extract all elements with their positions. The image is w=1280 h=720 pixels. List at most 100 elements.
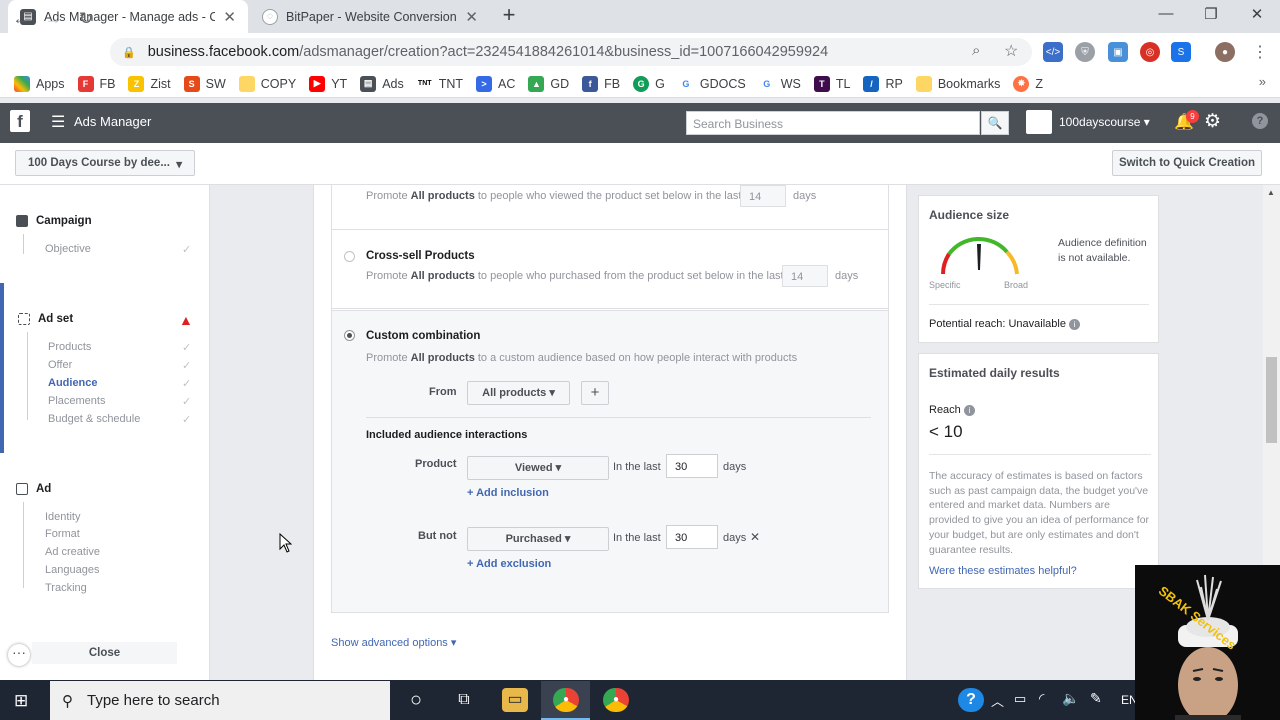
extension-icon[interactable]: ▣	[1108, 42, 1128, 62]
crosssell-days-field[interactable]: 14	[782, 265, 828, 287]
settings-gear-icon[interactable]: ⚙	[1204, 110, 1221, 133]
windows-start-icon[interactable]: ⊞	[14, 691, 28, 711]
volume-icon[interactable]: 🔈	[1062, 690, 1079, 707]
info-icon[interactable]: i	[963, 405, 975, 416]
hamburger-menu-icon[interactable]: ☰	[51, 112, 65, 132]
campaign-selector[interactable]: 100 Days Course by dee... ▾	[15, 150, 195, 176]
file-explorer-icon[interactable]: ▭	[502, 688, 528, 712]
profile-avatar[interactable]: ●	[1215, 42, 1235, 62]
show-advanced-options-link[interactable]: Show advanced options ▾	[331, 636, 456, 649]
window-close-icon[interactable]: ✕	[1243, 5, 1271, 25]
nav-item-objective[interactable]: Objective	[45, 243, 91, 255]
browser-menu-icon[interactable]: ⋮	[1252, 42, 1268, 62]
back-arrow-icon[interactable]: ←	[9, 7, 33, 31]
bookmark-item[interactable]: T TL	[813, 75, 850, 92]
nav-section-ad[interactable]: Ad	[16, 483, 51, 495]
help-tray-icon[interactable]: ?	[958, 688, 984, 712]
task-view-icon[interactable]: ⧉	[451, 688, 477, 712]
estimates-helpful-link[interactable]: Were these estimates helpful?	[929, 565, 1077, 577]
upsell-days-field[interactable]: 14	[740, 185, 786, 207]
info-icon[interactable]: i	[1069, 319, 1081, 330]
pen-icon[interactable]: ✎	[1090, 690, 1102, 707]
search-icon[interactable]: 🔍	[981, 111, 1009, 135]
bookmark-icon: TNT	[416, 75, 433, 92]
nav-section-campaign[interactable]: Campaign	[16, 215, 92, 227]
scroll-up-arrow-icon[interactable]: ▲	[1267, 188, 1275, 197]
nav-item-placements[interactable]: Placements	[48, 395, 105, 407]
bookmark-item[interactable]: G GDOCS	[677, 75, 746, 92]
extension-icon[interactable]: </>	[1043, 42, 1063, 62]
crosssell-radio[interactable]	[344, 251, 355, 262]
close-tab-icon[interactable]: ✕	[223, 8, 236, 26]
switch-quick-creation-button[interactable]: Switch to Quick Creation	[1112, 150, 1262, 176]
taskbar-search-box[interactable]: ⚲ Type here to search	[50, 681, 390, 720]
bookmark-apps[interactable]: Apps	[14, 75, 65, 92]
help-icon[interactable]: ?	[1252, 113, 1268, 129]
minimize-icon[interactable]: —	[1152, 5, 1180, 25]
product-days-input[interactable]: 30	[666, 454, 718, 478]
bookmark-item[interactable]: ▲ GD	[528, 75, 569, 92]
account-switcher[interactable]: 100dayscourse ▾	[1059, 115, 1150, 129]
reload-icon[interactable]: ↻	[74, 7, 98, 31]
bookmark-item[interactable]: / RP	[863, 75, 903, 92]
nav-section-adset[interactable]: Ad set	[18, 313, 73, 325]
bookmark-star-icon[interactable]: ☆	[1004, 41, 1018, 61]
more-options-icon[interactable]: ···	[8, 644, 30, 666]
bookmark-item[interactable]: S SW	[183, 75, 226, 92]
bookmark-item[interactable]: ▶ YT	[309, 75, 347, 92]
nav-item-budget-schedule[interactable]: Budget & schedule	[48, 413, 140, 425]
scrollbar-thumb[interactable]	[1266, 357, 1277, 443]
forward-arrow-icon[interactable]: →	[41, 7, 65, 31]
bookmark-item[interactable]: Bookmarks	[915, 75, 1000, 92]
bookmark-item[interactable]: GG	[633, 75, 665, 92]
product-event-dropdown[interactable]: Viewed ▾	[467, 456, 609, 480]
nav-item-offer[interactable]: Offer	[48, 359, 72, 371]
wifi-icon[interactable]: ◜	[1039, 690, 1044, 707]
bookmark-item[interactable]: F FB	[77, 75, 115, 92]
bookmark-item[interactable]: > AC	[476, 75, 515, 92]
butnot-event-dropdown[interactable]: Purchased ▾	[467, 527, 609, 551]
nav-item-products[interactable]: Products	[48, 341, 91, 353]
custom-combination-radio[interactable]	[344, 330, 355, 341]
address-bar[interactable]: 🔒 business.facebook.com/adsmanager/creat…	[110, 38, 1032, 66]
bookmark-item[interactable]: COPY	[238, 75, 296, 92]
cortana-icon[interactable]: ○	[403, 688, 429, 712]
from-products-dropdown[interactable]: All products ▾	[467, 381, 570, 405]
account-avatar[interactable]	[1026, 110, 1052, 134]
business-search-input[interactable]: Search Business	[686, 111, 980, 135]
add-exclusion-link[interactable]: + Add exclusion	[467, 558, 551, 570]
extension-icon[interactable]: S	[1171, 42, 1191, 62]
facebook-logo-icon[interactable]: f	[10, 110, 30, 132]
zoom-search-icon[interactable]: ⌕	[972, 42, 980, 59]
close-button[interactable]: Close	[32, 642, 177, 664]
nav-item-format[interactable]: Format	[45, 528, 80, 540]
remove-exclusion-icon[interactable]: ✕	[750, 530, 760, 544]
nav-item-ad-creative[interactable]: Ad creative	[45, 546, 100, 558]
bookmarks-overflow-icon[interactable]: »	[1259, 74, 1266, 89]
bookmark-item[interactable]: ▤ Ads	[360, 75, 404, 92]
tray-chevron-up-icon[interactable]: ︿	[991, 691, 1004, 710]
add-product-set-button[interactable]: +	[581, 381, 609, 405]
add-inclusion-link[interactable]: + Add inclusion	[467, 487, 549, 499]
nav-item-identity[interactable]: Identity	[45, 511, 80, 523]
bookmark-item[interactable]: f FB	[582, 75, 620, 92]
bookmark-item[interactable]: G WS	[758, 75, 801, 92]
restore-icon[interactable]: ❐	[1197, 5, 1225, 25]
close-tab-icon[interactable]: ✕	[465, 8, 478, 26]
bookmark-item[interactable]: ✸ Z	[1013, 75, 1043, 92]
bookmark-item[interactable]: TNT TNT	[416, 75, 463, 92]
nav-item-audience[interactable]: Audience	[48, 377, 98, 389]
bookmark-icon: /	[863, 75, 880, 92]
nav-item-languages[interactable]: Languages	[45, 564, 99, 576]
chrome-icon[interactable]: ●	[553, 688, 579, 712]
extension-icon[interactable]: ◎	[1140, 42, 1160, 62]
battery-icon[interactable]: ▭	[1014, 691, 1026, 707]
nav-item-tracking[interactable]: Tracking	[45, 582, 87, 594]
shield-extension-icon[interactable]: ⛨	[1075, 42, 1095, 62]
butnot-days-input[interactable]: 30	[666, 525, 718, 549]
in-the-last-label: In the last	[613, 532, 661, 544]
chrome-icon[interactable]: ●	[603, 688, 629, 712]
bookmark-item[interactable]: Z Zist	[128, 75, 171, 92]
new-tab-button[interactable]: +	[497, 4, 521, 28]
browser-tab[interactable]: ◌ BitPaper - Website Conversions A ✕	[250, 0, 490, 33]
